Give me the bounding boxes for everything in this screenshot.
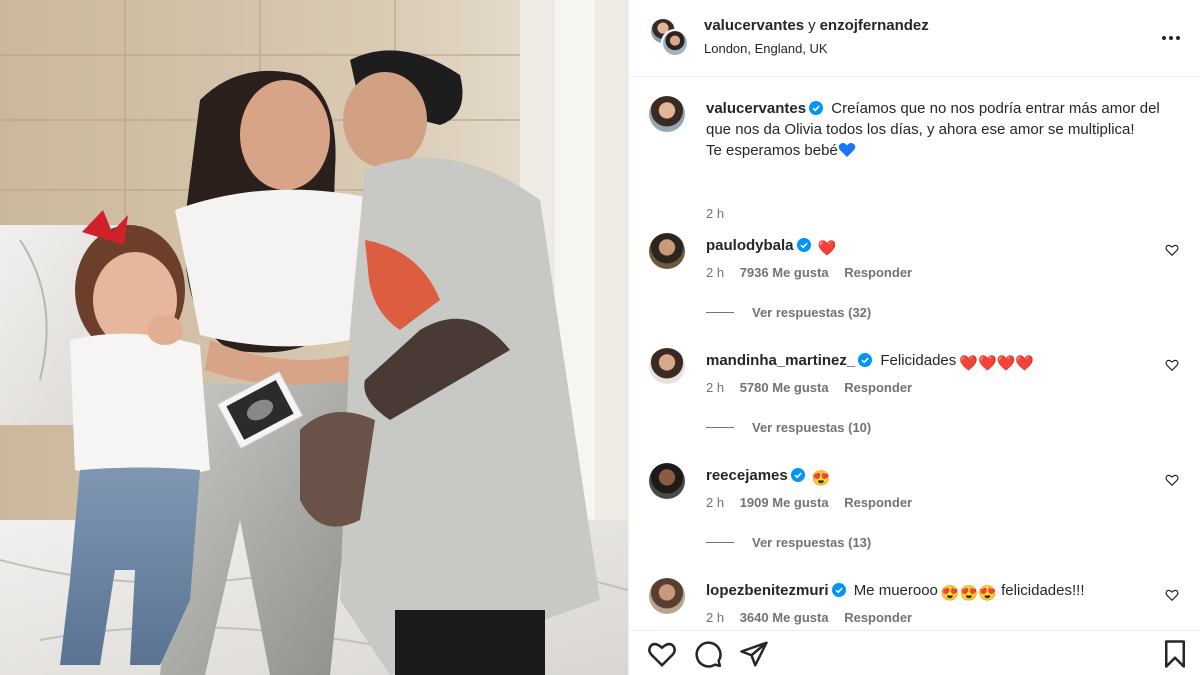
comment-icon[interactable] xyxy=(693,639,723,669)
comment-username[interactable]: lopezbenitezmuri xyxy=(706,582,829,599)
comment-emoji: ❤️❤️❤️❤️ xyxy=(959,355,1034,372)
avatar[interactable] xyxy=(649,233,685,269)
collab-authors: valucervantes y enzojfernandez xyxy=(704,17,929,34)
heart-icon[interactable] xyxy=(1165,243,1179,257)
comment-username[interactable]: mandinha_martinez_ xyxy=(706,352,855,369)
view-replies-label: Ver respuestas (13) xyxy=(752,535,872,550)
avatar[interactable] xyxy=(649,96,685,132)
view-replies-label: Ver respuestas (32) xyxy=(752,305,872,320)
comment-meta: 2 h 7936 Me gusta Responder xyxy=(706,265,924,280)
comment-text: Me muerooo xyxy=(853,582,938,599)
comment-emoji: 😍😍😍 xyxy=(940,585,997,602)
avatar[interactable] xyxy=(649,578,685,614)
comment-body: paulodybala ❤️ xyxy=(706,235,836,259)
verified-badge-icon xyxy=(809,101,824,115)
reply-button[interactable]: Responder xyxy=(844,380,912,395)
verified-badge-icon xyxy=(831,583,846,597)
comment-likes[interactable]: 1909 Me gusta xyxy=(740,495,829,510)
caption-body-line2: Te esperamos bebé xyxy=(706,142,838,159)
view-replies-button[interactable]: Ver respuestas (10) xyxy=(706,420,871,435)
view-replies-button[interactable]: Ver respuestas (32) xyxy=(706,305,871,320)
heart-icon[interactable] xyxy=(1165,588,1179,602)
post-header: valucervantes y enzojfernandez London, Eng… xyxy=(629,0,1200,77)
verified-badge-icon xyxy=(796,238,811,252)
comment-time[interactable]: 2 h xyxy=(706,380,724,395)
comment-emoji: 😍 xyxy=(811,470,831,487)
comment-time[interactable]: 2 h xyxy=(706,610,724,625)
comment: lopezbenitezmuri Me muerooo 😍😍😍 felicidad… xyxy=(649,578,1200,630)
avatar[interactable] xyxy=(649,463,685,499)
caption-text: valucervantes Creíamos que no nos podría… xyxy=(706,98,1176,161)
comment-username[interactable]: paulodybala xyxy=(706,237,794,254)
send-icon[interactable] xyxy=(739,639,769,669)
replies-divider xyxy=(706,542,734,543)
like-heart-icon[interactable] xyxy=(647,639,677,669)
post-side-panel: valucervantes y enzojfernandez London, Eng… xyxy=(628,0,1200,675)
location-link[interactable]: London, England, UK xyxy=(704,41,828,56)
comment-text-after: felicidades!!! xyxy=(1001,582,1085,599)
more-options-icon xyxy=(1162,36,1166,40)
heart-icon[interactable] xyxy=(1165,358,1179,372)
comment-text: Felicidades xyxy=(880,352,957,369)
heart-icon[interactable] xyxy=(1165,473,1179,487)
author-link[interactable]: enzojfernandez xyxy=(820,17,929,34)
replies-divider xyxy=(706,427,734,428)
reply-button[interactable]: Responder xyxy=(844,495,912,510)
comment: paulodybala ❤️ 2 h 7936 Me gusta Responde… xyxy=(649,233,1200,343)
comments-list[interactable]: valucervantes Creíamos que no nos podría… xyxy=(629,78,1200,630)
comment-likes[interactable]: 5780 Me gusta xyxy=(740,380,829,395)
verified-badge-icon xyxy=(858,353,873,367)
comment-emoji: ❤️ xyxy=(817,240,837,257)
author-link[interactable]: valucervantes xyxy=(704,17,804,34)
view-replies-button[interactable]: Ver respuestas (13) xyxy=(706,535,871,550)
blue-heart-emoji-icon xyxy=(838,143,856,157)
comment-body: mandinha_martinez_ Felicidades ❤️❤️❤️❤️ xyxy=(706,350,1034,374)
caption-username[interactable]: valucervantes xyxy=(706,100,806,117)
avatar xyxy=(661,29,689,57)
author-joiner: y xyxy=(808,17,816,34)
collab-avatars[interactable] xyxy=(649,17,689,57)
post-image xyxy=(0,0,628,675)
more-options-dot xyxy=(1176,36,1180,40)
comment: mandinha_martinez_ Felicidades ❤️❤️❤️❤️ 2… xyxy=(649,348,1200,458)
comment-meta: 2 h 3640 Me gusta Responder xyxy=(706,610,924,625)
comment-username[interactable]: reecejames xyxy=(706,467,788,484)
replies-divider xyxy=(706,312,734,313)
post-photo[interactable] xyxy=(0,0,628,675)
caption-time[interactable]: 2 h xyxy=(706,206,724,221)
post-actions-bar xyxy=(629,630,1200,675)
comment-likes[interactable]: 3640 Me gusta xyxy=(740,610,829,625)
comment-body: reecejames 😍 xyxy=(706,465,830,489)
comment-time[interactable]: 2 h xyxy=(706,495,724,510)
comment-meta: 2 h 1909 Me gusta Responder xyxy=(706,495,924,510)
avatar[interactable] xyxy=(649,348,685,384)
view-replies-label: Ver respuestas (10) xyxy=(752,420,872,435)
reply-button[interactable]: Responder xyxy=(844,610,912,625)
comment: reecejames 😍 2 h 1909 Me gusta Responder … xyxy=(649,463,1200,573)
comment-meta: 2 h 5780 Me gusta Responder xyxy=(706,380,924,395)
bookmark-icon[interactable] xyxy=(1160,639,1190,669)
more-options-button[interactable] xyxy=(1159,26,1183,50)
verified-badge-icon xyxy=(790,468,805,482)
comment-likes[interactable]: 7936 Me gusta xyxy=(740,265,829,280)
comment-body: lopezbenitezmuri Me muerooo 😍😍😍 felicidad… xyxy=(706,580,1085,604)
comment-time[interactable]: 2 h xyxy=(706,265,724,280)
more-options-dot xyxy=(1169,36,1173,40)
reply-button[interactable]: Responder xyxy=(844,265,912,280)
